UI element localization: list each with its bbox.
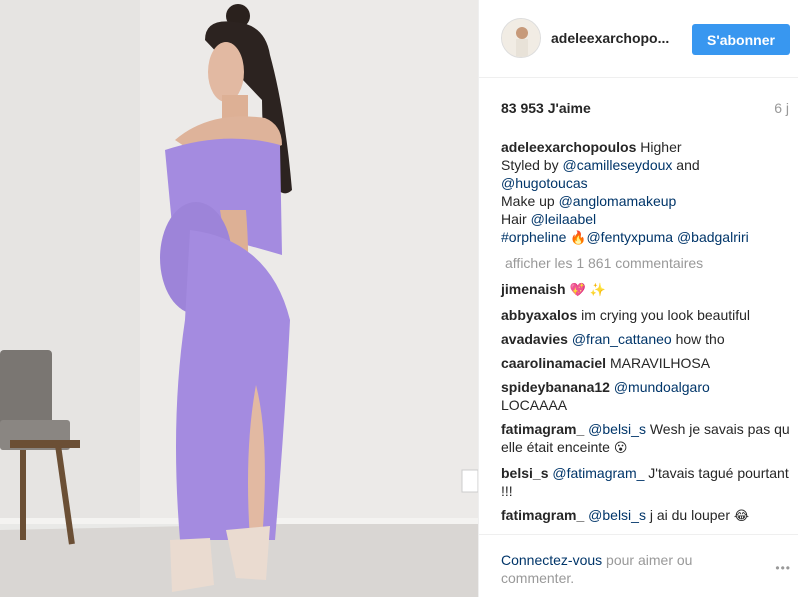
comment-username[interactable]: belsi_s <box>501 465 548 481</box>
avatar[interactable] <box>501 18 541 58</box>
caption-line-4: Make up @anglomamakeup <box>501 192 791 210</box>
fire-emoji: 🔥 <box>570 231 587 246</box>
comment-username[interactable]: jimenaish <box>501 281 566 297</box>
photo-illustration <box>0 0 478 597</box>
mention-link[interactable]: @fran_cattaneo <box>572 331 672 347</box>
mention-link[interactable]: @fentyxpuma <box>586 229 673 245</box>
mention-link[interactable]: @anglomamakeup <box>559 193 677 209</box>
mention-link[interactable]: @badgalriri <box>677 229 749 245</box>
follow-button[interactable]: S'abonner <box>692 24 790 55</box>
comment-username[interactable]: caarolinamaciel <box>501 355 606 371</box>
likes-row: 83 953 J'aime 6 j <box>479 78 798 136</box>
comment-item: abbyaxalos im crying you look beautiful <box>501 306 791 324</box>
comment-item: caarolinamaciel MARAVILHOSA <box>501 354 791 372</box>
caption-username[interactable]: adeleexarchopoulos <box>501 139 636 155</box>
caption-text: Styled by <box>501 157 563 173</box>
comment-item: avadavies @fran_cattaneo how tho <box>501 330 791 348</box>
caption-line-2: Styled by @camilleseydoux and <box>501 156 791 174</box>
comment-item: fatimagram_ @belsi_s j ai du louper 😂 <box>501 506 791 526</box>
caption-text: Hair <box>501 211 531 227</box>
comment-item: jimenaish 💖 ✨ <box>501 280 791 300</box>
avatar-image <box>502 19 540 57</box>
caption-text: Higher <box>636 139 682 155</box>
comment-emoji: 😮 <box>613 441 628 456</box>
post-footer: Connectez-vous pour aimer ou commenter. … <box>479 534 798 597</box>
caption-line-6: #orpheline 🔥@fentyxpuma @badgalriri <box>501 228 791 248</box>
comment-item: belsi_s @fatimagram_ J'tavais tagué pour… <box>501 464 791 500</box>
caption-line-5: Hair @leilaabel <box>501 210 791 228</box>
comment-text: LOCAAAA <box>501 397 568 413</box>
ellipsis-icon[interactable]: ••• <box>775 561 791 575</box>
caption-text: Make up <box>501 193 559 209</box>
comment-username[interactable]: spideybanana12 <box>501 379 610 395</box>
login-link[interactable]: Connectez-vous <box>501 552 602 568</box>
post-header: adeleexarchopo... S'abonner <box>479 0 798 78</box>
username-link[interactable]: adeleexarchopo... <box>551 30 669 46</box>
comment-text: how tho <box>671 331 725 347</box>
comment-item: fatimagram_ @belsi_s Wesh je savais pas … <box>501 420 791 458</box>
comment-username[interactable]: abbyaxalos <box>501 307 577 323</box>
post-photo[interactable] <box>0 0 478 597</box>
comment-text: im crying you look beautiful <box>581 307 751 323</box>
hashtag-link[interactable]: #orpheline <box>501 229 566 245</box>
mention-link[interactable]: @belsi_s <box>588 507 646 523</box>
mention-link[interactable]: @camilleseydoux <box>562 157 672 173</box>
comment-list: adeleexarchopoulos Higher Styled by @cam… <box>501 138 791 532</box>
mention-link[interactable]: @mundoalgaro <box>614 379 710 395</box>
comment-item: spideybanana12 @mundoalgaro LOCAAAA <box>501 378 791 414</box>
mention-link[interactable]: @leilaabel <box>531 211 597 227</box>
comment-emoji: 😂 <box>733 509 750 524</box>
comment-username[interactable]: fatimagram_ <box>501 507 584 523</box>
caption-text: and <box>672 157 700 173</box>
view-all-comments-link[interactable]: afficher les 1 861 commentaires <box>505 254 791 272</box>
mention-link[interactable]: @fatimagram_ <box>552 465 644 481</box>
caption-line-3: @hugotoucas <box>501 174 791 192</box>
instagram-post: adeleexarchopo... S'abonner 83 953 J'aim… <box>0 0 798 597</box>
comment-username[interactable]: fatimagram_ <box>501 421 584 437</box>
comment-text: MARAVILHOSA <box>609 355 711 371</box>
post-time[interactable]: 6 j <box>774 100 789 116</box>
post-caption: adeleexarchopoulos Higher Styled by @cam… <box>501 138 791 248</box>
caption-line-1: adeleexarchopoulos Higher <box>501 138 791 156</box>
mention-link[interactable]: @hugotoucas <box>501 175 588 191</box>
comment-username[interactable]: avadavies <box>501 331 568 347</box>
comment-emoji: 💖 ✨ <box>569 283 606 298</box>
mention-link[interactable]: @belsi_s <box>588 421 646 437</box>
login-prompt: Connectez-vous pour aimer ou commenter. <box>501 551 731 587</box>
post-sidebar: adeleexarchopo... S'abonner 83 953 J'aim… <box>478 0 798 597</box>
like-count[interactable]: 83 953 J'aime <box>501 100 591 116</box>
comment-text: j ai du louper <box>645 507 731 523</box>
